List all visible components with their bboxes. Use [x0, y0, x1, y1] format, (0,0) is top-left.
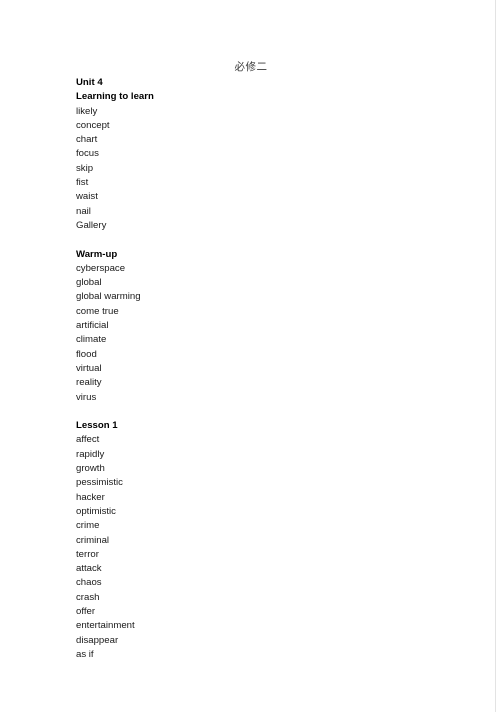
word-list-item: chart: [76, 134, 98, 146]
word-list-item: affect: [76, 434, 100, 446]
word-list-item: skip: [76, 162, 94, 174]
word-list-item: focus: [76, 148, 99, 160]
section-heading: Learning to learn: [76, 91, 154, 103]
word-list-item: climate: [76, 334, 107, 346]
word-list-item: artificial: [76, 320, 109, 332]
word-list-item: offer: [76, 605, 96, 617]
word-list-item: chaos: [76, 577, 102, 589]
document-title: 必修二: [234, 61, 268, 73]
word-list-item: virtual: [76, 362, 102, 374]
word-list-item: flood: [76, 348, 97, 360]
word-list-item: terror: [76, 548, 99, 560]
word-list-item: reality: [76, 377, 102, 389]
word-list-item: cyberspace: [76, 262, 126, 274]
word-list-item: as if: [76, 648, 94, 660]
word-list: cyberspace global global warming come true a…: [76, 262, 456, 405]
word-list-item: nail: [76, 205, 91, 217]
word-list-item: global warming: [76, 291, 141, 303]
word-list-item: likely: [76, 105, 98, 117]
vocabulary-content: Unit 4 Learning to learn likely concept char…: [76, 76, 456, 662]
word-list-item: virus: [76, 391, 97, 403]
word-list-item: criminal: [76, 534, 110, 546]
section-heading: Lesson 1: [76, 420, 118, 432]
vocabulary-section: Warm-up cyberspace global global warming com…: [76, 248, 456, 405]
word-list-item: entertainment: [76, 620, 135, 632]
word-list-item: crash: [76, 591, 100, 603]
word-list-item: concept: [76, 119, 110, 131]
word-list-item: disappear: [76, 634, 119, 646]
word-list-item: attack: [76, 563, 102, 575]
word-list-item: hacker: [76, 491, 105, 503]
word-list-item: global: [76, 277, 102, 289]
word-list-item: Gallery: [76, 219, 107, 231]
section-heading: Warm-up: [76, 248, 118, 260]
word-list-item: waist: [76, 191, 98, 203]
vocabulary-section: Lesson 1 affect rapidly growth pessimistic ha…: [76, 419, 456, 662]
word-list-item: come true: [76, 305, 119, 317]
word-list-item: pessimistic: [76, 477, 123, 489]
word-list-item: fist: [76, 177, 89, 189]
word-list: affect rapidly growth pessimistic hacker opti…: [76, 433, 456, 662]
vocabulary-section: Unit 4 Learning to learn likely concept char…: [76, 76, 456, 233]
section-heading: Unit 4: [76, 77, 103, 88]
document-page: 必修二 Unit 4 Learning to learn likely concept…: [0, 0, 502, 712]
word-list-item: optimistic: [76, 505, 116, 517]
word-list-item: growth: [76, 463, 105, 475]
page-right-margin-rule: [495, 0, 496, 712]
word-list: likely concept chart focus skip fist waist nail…: [76, 105, 456, 234]
word-list-item: rapidly: [76, 448, 105, 460]
word-list-item: crime: [76, 520, 100, 532]
